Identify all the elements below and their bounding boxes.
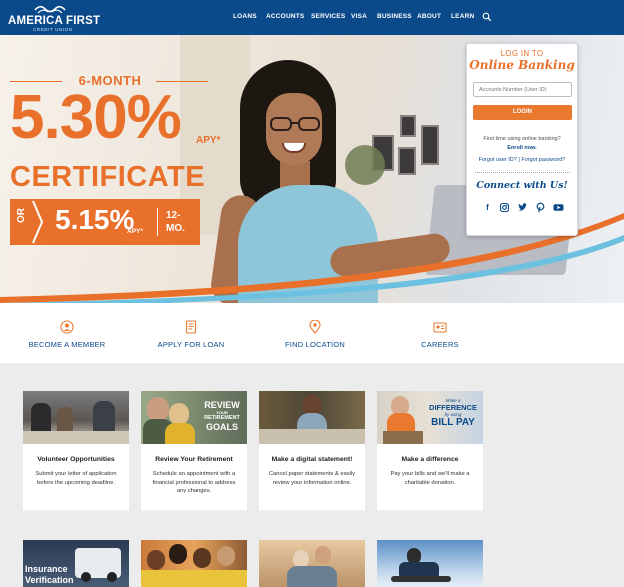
certificate-promo[interactable]: 6-MONTH 5.30% APY* CERTIFICATE OR 5.15% …: [10, 35, 220, 303]
main-nav: LOANS ACCOUNTS SERVICES VISA BUSINESS AB…: [0, 13, 624, 23]
bill-pay-image-text: BILL PAY: [431, 417, 475, 428]
youtube-icon[interactable]: [553, 202, 564, 213]
careers-icon: [433, 322, 447, 333]
dotted-divider: [475, 172, 570, 173]
promo-alt-term-line2: MO.: [166, 223, 185, 234]
promo-rate-suffix: APY*: [196, 135, 221, 146]
connect-heading: Connect with Us!: [476, 180, 568, 191]
forgot-password-link[interactable]: Forgot password?: [521, 157, 565, 163]
nav-accounts[interactable]: ACCOUNTS: [266, 13, 304, 20]
retirement-photo: REVIEW YOUR RETIREMENT GOALS: [141, 391, 247, 444]
digital-statement-photo: [259, 391, 365, 444]
card-family-photo[interactable]: [141, 540, 247, 587]
quick-link-careers[interactable]: CAREERS: [380, 320, 500, 349]
social-links: f: [478, 202, 568, 214]
pinterest-icon[interactable]: [535, 202, 546, 213]
forgot-links: Forgot user ID? | Forgot password?: [467, 157, 577, 163]
twitter-icon[interactable]: [517, 202, 528, 213]
top-navigation-bar: AMERICA FIRST CREDIT UNION LOANS ACCOUNT…: [0, 0, 624, 35]
card-snowmobile-photo[interactable]: [377, 540, 483, 587]
insurance-image-text: Insurance: [25, 564, 68, 574]
quick-link-label: FIND LOCATION: [285, 340, 345, 349]
nav-about[interactable]: ABOUT: [417, 13, 441, 20]
card-volunteer[interactable]: Volunteer Opportunities Submit your lett…: [23, 391, 129, 510]
card-text: Submit your letter of application before…: [35, 471, 117, 486]
nav-loans[interactable]: LOANS: [233, 13, 257, 20]
login-heading-script: Online Banking: [469, 58, 575, 72]
account-number-input[interactable]: [473, 82, 572, 97]
quick-link-find-location[interactable]: FIND LOCATION: [255, 320, 375, 349]
location-icon: [309, 320, 321, 334]
nav-services[interactable]: SERVICES: [311, 13, 345, 20]
first-time-text: First time using online banking?: [483, 136, 561, 142]
card-title: Review Your Retirement: [155, 456, 233, 463]
bill-pay-photo: Make a DIFFERENCE by using BILL PAY: [377, 391, 483, 444]
card-digital-statement[interactable]: Make a digital statement! Cancel paper s…: [259, 391, 365, 510]
card-insurance-verification[interactable]: Insurance Verification: [23, 540, 129, 587]
instagram-icon[interactable]: [499, 202, 510, 213]
card-text: Cancel paper statements & easily review …: [268, 471, 356, 486]
promo-rule: [156, 81, 208, 82]
nav-business[interactable]: BUSINESS: [377, 13, 412, 20]
brand-subname: CREDIT UNION: [33, 27, 73, 32]
card-couple-photo[interactable]: [259, 540, 365, 587]
quick-link-label: APPLY FOR LOAN: [157, 340, 225, 349]
search-icon[interactable]: [482, 12, 492, 22]
facebook-icon[interactable]: f: [482, 202, 493, 213]
quick-link-apply-loan[interactable]: APPLY FOR LOAN: [131, 320, 251, 349]
promo-product: CERTIFICATE: [10, 161, 206, 193]
nav-learn[interactable]: LEARN: [451, 13, 474, 20]
forgot-user-id-link[interactable]: Forgot user ID?: [479, 157, 517, 163]
online-banking-login: LOG IN TO Online Banking LOGIN First tim…: [466, 43, 578, 236]
bill-pay-image-text: DIFFERENCE: [429, 403, 477, 412]
forgot-separator: |: [518, 157, 520, 163]
member-icon: [60, 320, 74, 334]
feature-cards-section: Volunteer Opportunities Submit your lett…: [0, 363, 624, 587]
quick-link-label: CAREERS: [421, 340, 459, 349]
quick-links: BECOME A MEMBER APPLY FOR LOAN FIND LOCA…: [0, 303, 624, 363]
card-text: Schedule an appointment with a financial…: [152, 471, 236, 494]
login-heading: LOG IN TO: [500, 49, 544, 58]
promo-alt-rate: 5.15%: [55, 204, 135, 235]
promo-alt-suffix: APY*: [127, 228, 143, 235]
promo-alt-term: 12- MO.: [166, 209, 185, 235]
promo-divider: [157, 208, 158, 236]
enroll-link[interactable]: Enroll now.: [467, 145, 577, 151]
card-title: Make a digital statement!: [271, 456, 353, 463]
quick-link-label: BECOME A MEMBER: [28, 340, 106, 349]
meeting-photo: [23, 391, 129, 444]
card-make-difference[interactable]: Make a DIFFERENCE by using BILL PAY Make…: [377, 391, 483, 510]
card-retirement[interactable]: REVIEW YOUR RETIREMENT GOALS Review Your…: [141, 391, 247, 510]
retirement-image-text: GOALS: [205, 422, 238, 432]
promo-alt-prefix: OR: [16, 208, 27, 223]
card-title: Make a difference: [401, 456, 459, 463]
card-title: Volunteer Opportunities: [37, 456, 115, 463]
retirement-image-text: RETIREMENT: [204, 415, 240, 421]
chevron-right-icon: [32, 200, 44, 244]
nav-visa[interactable]: VISA: [351, 13, 367, 20]
promo-alt-term-line1: 12-: [166, 210, 181, 221]
promo-alt-rate-box: OR 5.15% APY* 12- MO.: [10, 199, 200, 245]
quick-link-become-member[interactable]: BECOME A MEMBER: [7, 320, 127, 349]
login-button[interactable]: LOGIN: [473, 105, 572, 120]
card-text: Pay your bills and we'll make a charitab…: [390, 471, 470, 486]
retirement-image-text: REVIEW: [204, 400, 240, 410]
insurance-image-text: Verification: [25, 575, 74, 585]
loan-icon: [185, 320, 197, 334]
promo-rate: 5.30%: [10, 83, 182, 152]
